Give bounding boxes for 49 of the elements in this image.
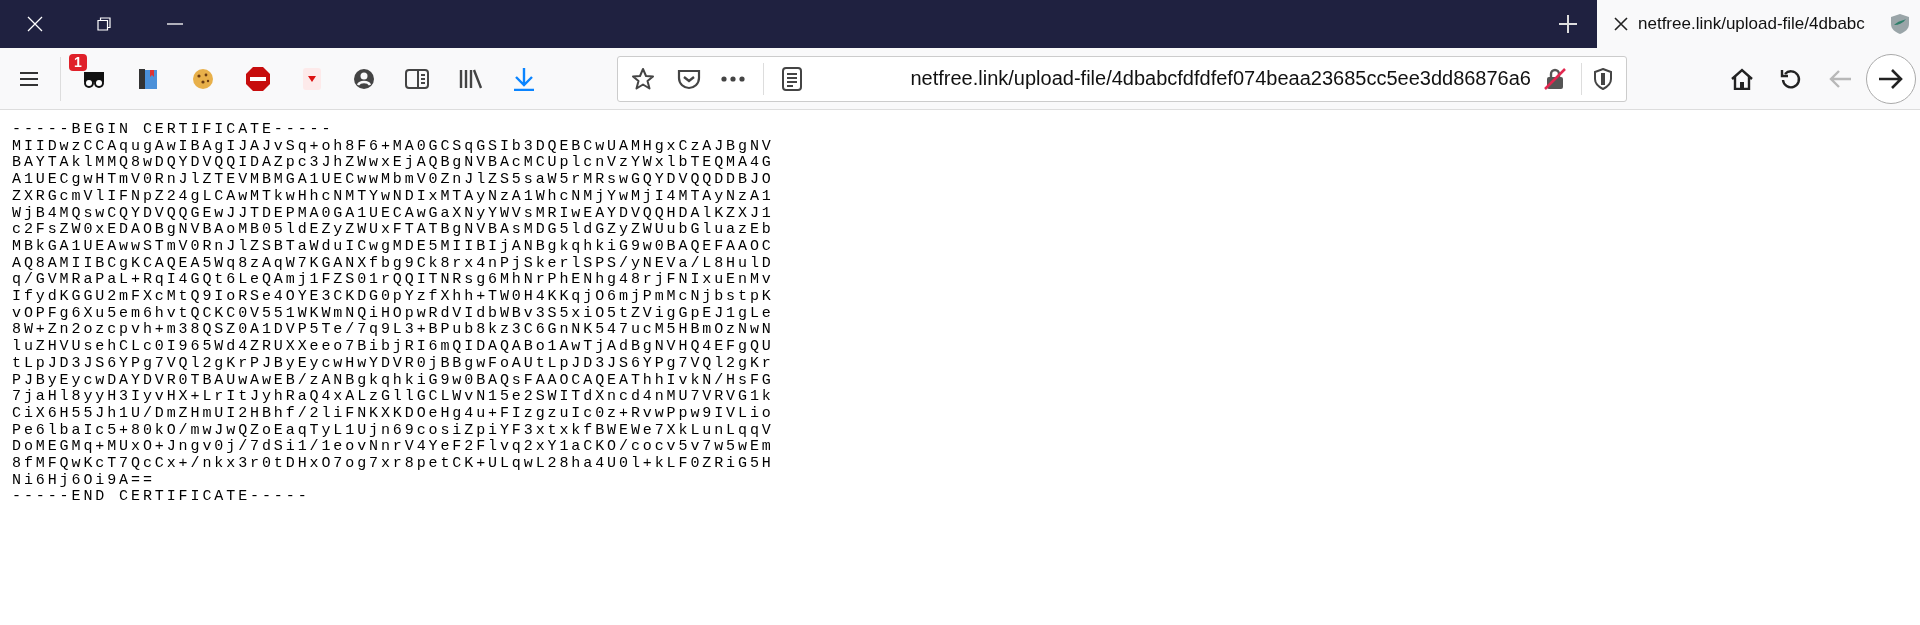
shield-icon[interactable] (1594, 67, 1612, 90)
forward-icon (1878, 67, 1904, 90)
shield-icon (1890, 13, 1910, 35)
download-icon[interactable] (513, 66, 535, 91)
certificate-line: MBkGA1UEAwwSTmV0RnJlZSBTaWduICwgMDE5MIIBIjANBgkqhkiG9w0BAQEFAAOC (12, 238, 774, 256)
menu-icon[interactable] (20, 70, 38, 87)
more-icon[interactable] (721, 75, 745, 82)
certificate-line: q/GVMRaPaL+RqI4GQt6LeQAmj1FZS01rQQITNRsg6MhNrPhENhg48rjFNIxuEnMv (12, 272, 774, 289)
library-icon[interactable] (459, 68, 483, 89)
home-icon[interactable] (1730, 67, 1754, 90)
star-icon[interactable] (631, 66, 655, 91)
certificate-line: Pe6lbaIc5+80kO/mwJwQZoEaqTyL1Ujn69cosiZpiYF3xtxkfBWEWe7XkLunLqqV (12, 422, 774, 439)
certificate-line: WjB4MQswCQYDVQQGEwJJTDEPMA0GA1UECAwGaXNyYWVsMRIwEAYDVQQHDAlKZXJ1 (12, 205, 774, 222)
restore-icon[interactable] (97, 17, 111, 31)
insecure-lock-icon[interactable] (1543, 66, 1567, 91)
sidebar-icon[interactable] (405, 68, 429, 89)
certificate-line: luZHVUsehCLc0I965Wd4ZRUXXeeo7BibjRI6mQIDAQABo1AwTjAdBgNVHQ4EFgQU (12, 339, 774, 356)
notification-badge: 1 (69, 53, 87, 71)
stop-sign-icon[interactable] (245, 65, 271, 92)
pocket-icon[interactable] (677, 67, 701, 90)
certificate-line: 8fMFQwKcT7QcCx+/nkx3r0tDHxO7og7xr8petCK+ULqwL28ha4U0l+kLF0ZRiG5H (12, 456, 774, 473)
certificate-line: BAYTAklMMQ8wDQYDVQQIDAZpc3JhZWwxEjAQBgNVBAcMCUplcnVzYWxlbTEQMA4G (12, 155, 774, 172)
certificate-line: AQ8AMIIBCgKCAQEA5Wq8zAqW7KGANXfbg9Ck8rx4nPjSkerlSPS/yNEVa/L8HulD (12, 255, 774, 272)
certificate-line: A1UECgwHTmV0RnJlZTEVMBMGA1UECwwMbmV0ZnJlZS5saW5rMRswGQYDVQQDDBJO (12, 172, 774, 189)
certificate-line: tLpJD3JS6YPg7VQl2gKrPJByEycwHwYDVR0jBBgwFoAUtLpJD3JS6YPg7VQl2gKr (12, 355, 774, 373)
reader-view-icon[interactable] (782, 66, 802, 91)
certificate-line: c2FsZW0xEDAOBgNVBAoMB05ldEZyZWUxFTATBgNVBAsMDG5ldGZyZWUubGluazEb (12, 222, 774, 239)
cookie-icon[interactable] (191, 66, 215, 91)
close-icon[interactable] (1614, 17, 1628, 31)
url-text[interactable]: netfree.link/upload-file/4dbabcfdfdfef074beaa23685cc5ee3dd86876a6 (802, 67, 1531, 90)
certificate-line: PJByEycwDAYDVR0TBAUwAwEB/zANBgkqhkiG9w0BAQsFAAOCAQEAThhIvkN/HsFG (12, 372, 774, 389)
certificate-line: -----BEGIN CERTIFICATE----- (12, 122, 334, 139)
certificate-line: ZXRGcmVlIFNpZ24gLCAwMTkwHhcNMTYwNDIxMTAyNzA1WhcNMjYwMjI4MTAyNzA1 (12, 188, 774, 206)
certificate-line: MIIDwzCCAqugAwIBAgIJAJvSq+oh8F6+MA0GCSqGSIb3DQEBCwUAMHgxCzAJBgNV (12, 138, 774, 155)
address-bar[interactable]: netfree.link/upload-file/4dbabcfdfdfef074beaa23685cc5ee3dd86876a6 (617, 55, 1627, 102)
certificate-line: -----END CERTIFICATE----- (12, 489, 310, 507)
certificate-line: 7jaHl8yyH3IyvHX+LrItJyhRaQ4xALzGllGCLWvN15e2SWITdXncd4nMU7VRVG1k (12, 389, 774, 406)
browser-tab[interactable]: netfree.link/upload-file/4dbabc (1597, 0, 1920, 48)
dropdown-icon[interactable] (301, 66, 323, 91)
certificate-line: vOPFg6Xu5em6hvtQCKC0V551WKWmNQiHOpwRdVIdbWBv3S5xiO5tZVigGpEJ1gLe (12, 305, 774, 322)
account-icon[interactable] (353, 67, 375, 90)
certificate-line: DoMEGMq+MUxO+Jngv0j/7dSi1/1eovNnrV4YeF2Flvq2xY1aCKO/cocv5v7w5wEm (12, 439, 774, 456)
certificate-line: CiX6H55Jh1U/DmZHmUI2HBhf/2liFNKXKDOeHg4u+FIzgzuIc0z+RvwPpw9IVLio (12, 405, 774, 423)
new-tab-icon[interactable] (1559, 15, 1577, 33)
certificate-line: 8W+Zn2ozcpvh+m38QSZ0A1DVP5Te/7q9L3+BPub8kz3C6GnNK547ucM5HBmOzNwN (12, 322, 774, 339)
reload-icon[interactable] (1780, 67, 1802, 90)
certificate-line: Ni6Hj6Oi9A== (12, 472, 155, 490)
forward-button[interactable] (1866, 53, 1916, 104)
certificate-line: IfydKGGU2mFXcMtQ9IoRSe4OYE3CKDG0pYzfXhh+TW0H4KKqjO6mjPmMcNjbstpK (12, 289, 774, 306)
